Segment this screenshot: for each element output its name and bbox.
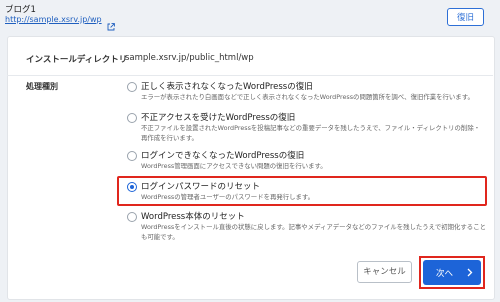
header: ブログ1 http://sample.xsrv.jp/wp 復旧 — [0, 0, 500, 40]
next-button-label: 次へ — [436, 269, 454, 279]
option-title: ログインできなくなったWordPressの復旧 — [141, 151, 305, 161]
cancel-button[interactable]: キャンセル — [357, 261, 412, 283]
chevron-right-icon — [467, 268, 473, 277]
option-title: 不正アクセスを受けたWordPressの復旧 — [141, 113, 296, 123]
site-name: ブログ1 — [5, 5, 36, 15]
option-description: WordPressの管理者ユーザーのパスワードを再発行します。 — [141, 193, 315, 201]
option-password-reset[interactable]: ログインパスワードのリセット WordPressの管理者ユーザーのパスワードを再… — [117, 176, 487, 206]
radio-fix-display[interactable] — [127, 82, 137, 92]
option-description: WordPressをインストール直後の状態に戻します。記事やメディアデータなどの… — [141, 223, 486, 241]
option-description: WordPress管理画面にアクセスできない問題の復旧を行います。 — [141, 162, 327, 170]
process-type-label: 処理種別 — [26, 82, 58, 91]
option-login-failure[interactable]: ログインできなくなったWordPressの復旧 WordPress管理画面にアク… — [123, 148, 483, 176]
radio-password-reset[interactable] — [127, 182, 137, 192]
site-url-row: http://sample.xsrv.jp/wp — [5, 15, 115, 30]
install-directory-value: sample.xsrv.jp/public_html/wp — [125, 53, 254, 63]
external-link-icon[interactable] — [107, 16, 115, 30]
install-directory-row: インストールディレクトリ sample.xsrv.jp/public_html/… — [7, 40, 493, 76]
option-title: 正しく表示されなくなったWordPressの復旧 — [141, 82, 313, 92]
radio-core-reset[interactable] — [127, 212, 137, 222]
restore-button[interactable]: 復旧 — [447, 8, 484, 26]
radio-unauthorized-access[interactable] — [127, 113, 137, 123]
option-title: ログインパスワードのリセット — [141, 182, 261, 192]
option-description: 不正ファイルを設置されたWordPressを投稿記事などの重要データを残したうえ… — [141, 124, 481, 142]
option-title: WordPress本体のリセット — [141, 212, 245, 222]
install-directory-label: インストールディレクトリ — [26, 55, 128, 65]
radio-login-failure[interactable] — [127, 151, 137, 161]
option-fix-display[interactable]: 正しく表示されなくなったWordPressの復旧 エラーが表示されたり白画面など… — [123, 79, 483, 107]
site-url-link[interactable]: http://sample.xsrv.jp/wp — [5, 15, 102, 24]
next-button[interactable]: 次へ — [423, 260, 481, 285]
option-unauthorized-access[interactable]: 不正アクセスを受けたWordPressの復旧 不正ファイルを設置されたWordP… — [123, 110, 483, 144]
option-core-reset[interactable]: WordPress本体のリセット WordPressをインストール直後の状態に戻… — [123, 209, 486, 245]
option-description: エラーが表示されたり白画面などで正しく表示されなくなったWordPressの問題… — [141, 93, 474, 101]
